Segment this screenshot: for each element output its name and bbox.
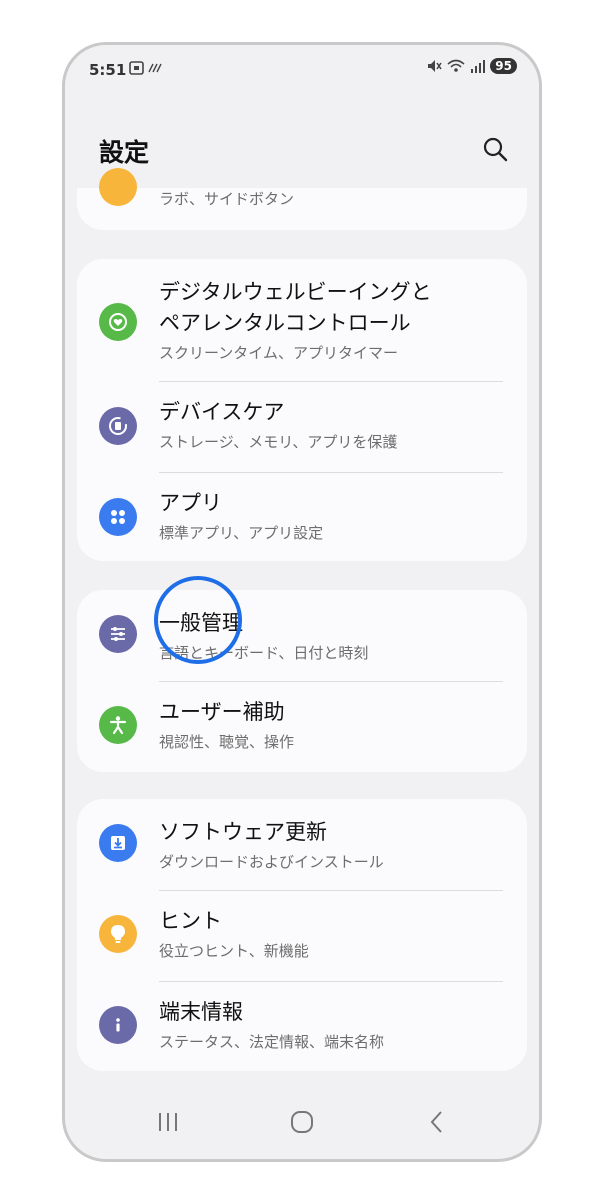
tips-subtitle: 役立つヒント、新機能 — [159, 942, 309, 960]
software-update-icon — [99, 824, 137, 862]
screenshot-icon — [129, 60, 163, 80]
tips-title: ヒント — [159, 909, 222, 933]
recent-apps-button[interactable] — [153, 1107, 183, 1137]
recent-apps-icon — [159, 1113, 177, 1131]
general-management-subtitle: 言語とキーボード、日付と時刻 — [159, 644, 369, 662]
general-management-title: 一般管理 — [159, 611, 243, 635]
phone-frame: 5:51 95 設定 ラボ、サイドボタン デジタルウェルビーイングと ペアレンタ… — [62, 42, 542, 1162]
back-icon — [430, 1111, 442, 1133]
digital-wellbeing-title-1: デジタルウェルビーイングと — [159, 280, 432, 304]
apps-title: アプリ — [159, 491, 222, 515]
device-care-title: デバイスケア — [159, 400, 285, 424]
wifi-icon — [447, 59, 465, 72]
navigation-bar — [65, 1089, 539, 1159]
digital-wellbeing-subtitle: スクリーンタイム、アプリタイマー — [159, 344, 398, 362]
apps-subtitle: 標準アプリ、アプリ設定 — [159, 524, 324, 542]
settings-card-group-2: 一般管理 言語とキーボード、日付と時刻 ユーザー補助 視認性、聴覚、操作 — [77, 590, 527, 772]
search-button[interactable] — [481, 135, 509, 163]
search-icon — [483, 137, 508, 162]
settings-card-group-3: ソフトウェア更新 ダウンロードおよびインストール ヒント 役立つヒント、新機能 — [77, 799, 527, 1071]
mute-icon — [428, 60, 442, 72]
list-item-accessibility[interactable]: ユーザー補助 視認性、聴覚、操作 — [77, 681, 527, 772]
list-item-about-phone[interactable]: 端末情報 ステータス、法定情報、端末名称 — [77, 981, 527, 1071]
list-item-digital-wellbeing[interactable]: デジタルウェルビーイングと ペアレンタルコントロール スクリーンタイム、アプリタ… — [77, 259, 527, 381]
list-item-apps[interactable]: アプリ 標準アプリ、アプリ設定 — [77, 472, 527, 561]
battery-badge: 95 — [490, 58, 517, 74]
software-update-subtitle: ダウンロードおよびインストール — [159, 853, 384, 871]
accessibility-icon — [99, 706, 137, 744]
software-update-title: ソフトウェア更新 — [159, 820, 327, 844]
device-care-icon — [99, 407, 137, 445]
about-phone-title: 端末情報 — [159, 1000, 243, 1024]
status-bar: 5:51 95 — [65, 45, 539, 95]
list-item-tips[interactable]: ヒント 役立つヒント、新機能 — [77, 890, 527, 981]
advanced-features-subtitle: ラボ、サイドボタン — [159, 190, 295, 208]
settings-card-advanced[interactable]: ラボ、サイドボタン — [77, 168, 527, 230]
list-item-device-care[interactable]: デバイスケア ストレージ、メモリ、アプリを保護 — [77, 381, 527, 472]
signal-icon — [471, 60, 486, 73]
home-icon — [291, 1111, 313, 1133]
settings-card-group-1: デジタルウェルビーイングと ペアレンタルコントロール スクリーンタイム、アプリタ… — [77, 259, 527, 561]
back-button[interactable] — [422, 1107, 452, 1137]
general-management-icon — [99, 615, 137, 653]
apps-icon — [99, 498, 137, 536]
accessibility-title: ユーザー補助 — [159, 700, 285, 724]
about-phone-subtitle: ステータス、法定情報、端末名称 — [159, 1033, 385, 1051]
list-item-software-update[interactable]: ソフトウェア更新 ダウンロードおよびインストール — [77, 799, 527, 890]
status-time: 5:51 — [89, 61, 127, 79]
tips-icon — [99, 915, 137, 953]
digital-wellbeing-title-2: ペアレンタルコントロール — [159, 311, 411, 335]
page-title: 設定 — [99, 138, 150, 167]
advanced-features-icon — [99, 168, 137, 206]
about-phone-icon — [99, 1006, 137, 1044]
list-item-general-management[interactable]: 一般管理 言語とキーボード、日付と時刻 — [77, 590, 527, 681]
status-icons: 95 — [426, 58, 517, 74]
digital-wellbeing-icon — [99, 303, 137, 341]
device-care-subtitle: ストレージ、メモリ、アプリを保護 — [159, 433, 398, 451]
accessibility-subtitle: 視認性、聴覚、操作 — [159, 733, 295, 751]
home-button[interactable] — [287, 1107, 317, 1137]
